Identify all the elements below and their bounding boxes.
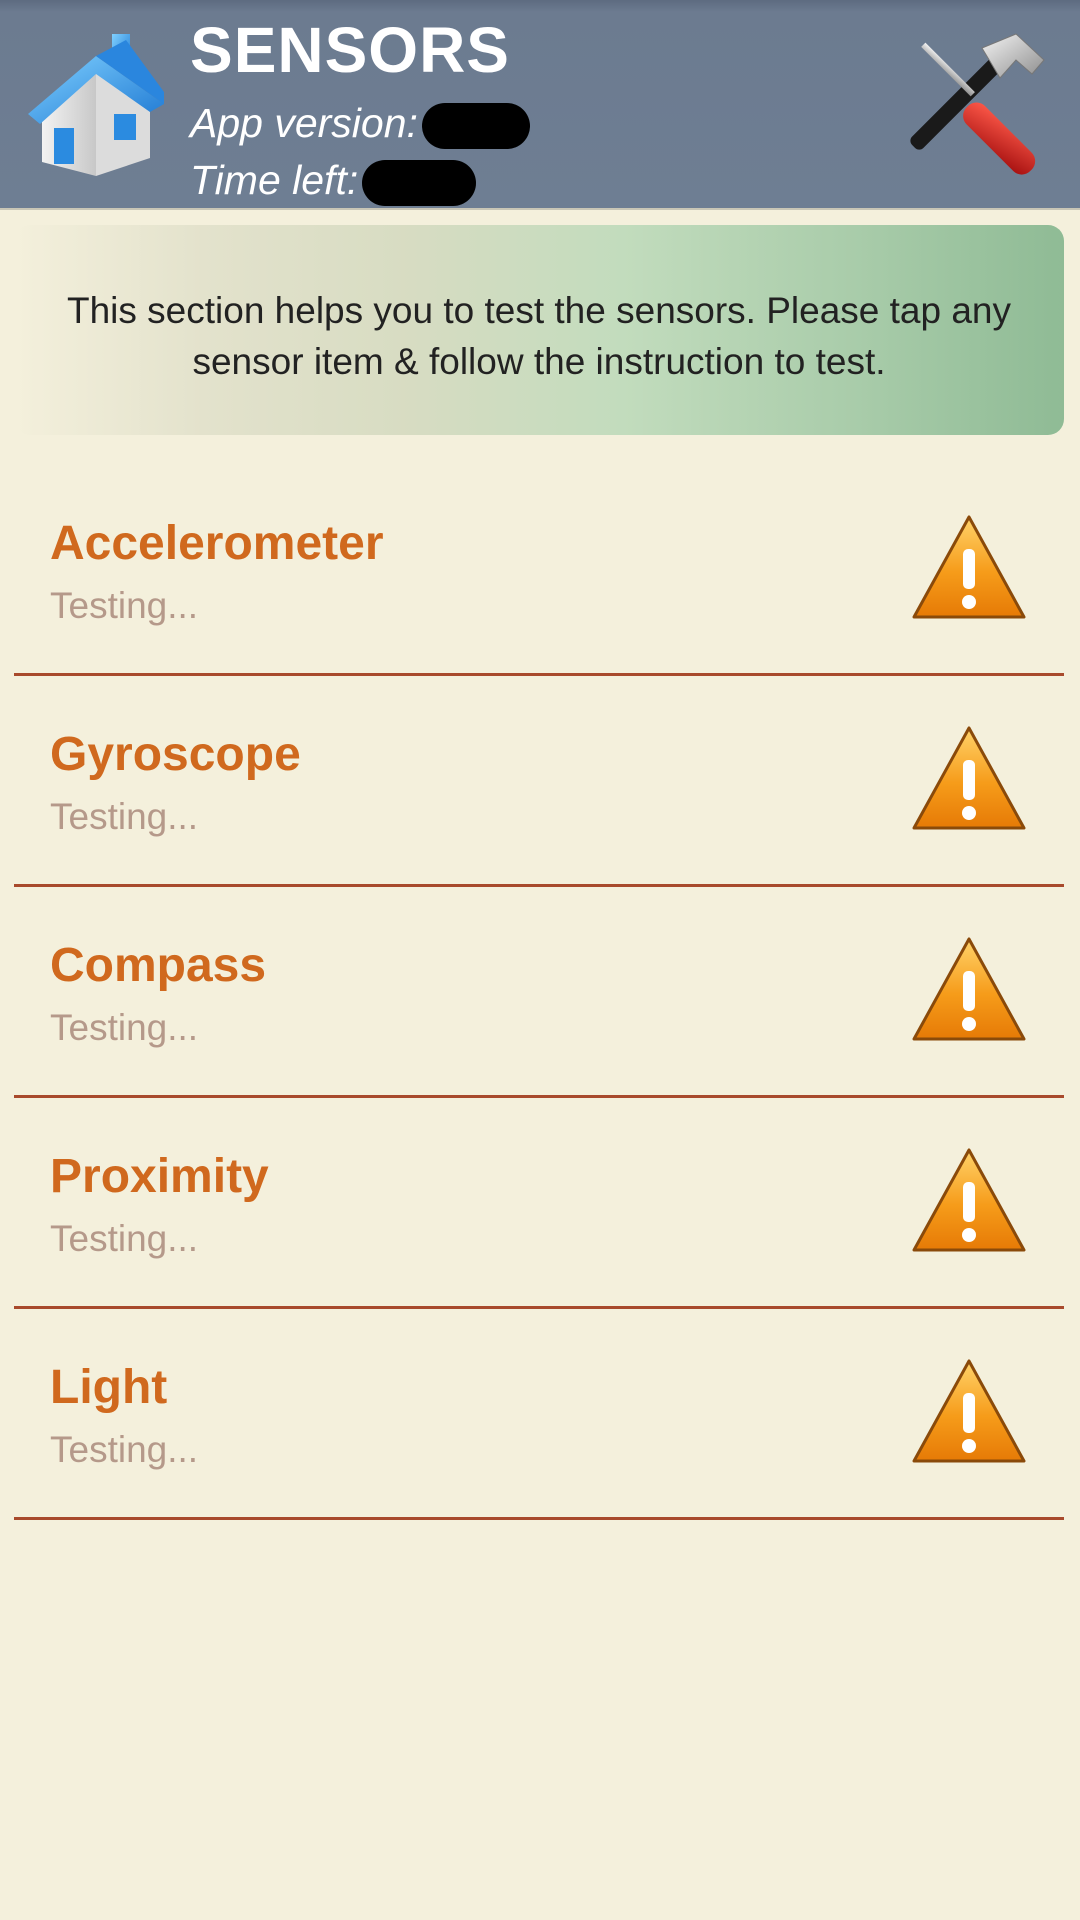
tools-icon[interactable] (904, 30, 1054, 180)
sensor-name: Compass (50, 939, 267, 992)
sensor-status: Testing... (50, 1429, 199, 1470)
sensor-list: Accelerometer Testing... Gyroscope Testi… (14, 465, 1064, 1520)
warning-icon (912, 726, 1026, 830)
app-header: SENSORS App version: Time left: (0, 0, 1080, 210)
page-title: SENSORS (190, 14, 510, 86)
app-version-line: App version: (190, 98, 530, 150)
sensor-name: Proximity (50, 1150, 269, 1203)
warning-icon (912, 1148, 1026, 1252)
sensor-status: Testing... (50, 1218, 199, 1259)
app-version-redacted (421, 103, 530, 150)
sensor-item-proximity[interactable]: Proximity Testing... (14, 1098, 1064, 1309)
sensor-name: Gyroscope (50, 728, 301, 781)
sensor-item-gyroscope[interactable]: Gyroscope Testing... (14, 676, 1064, 887)
home-icon[interactable] (26, 30, 166, 180)
app-version-label: App version: (190, 100, 418, 146)
warning-icon (912, 937, 1026, 1041)
warning-icon (912, 1359, 1026, 1463)
sensor-item-light[interactable]: Light Testing... (14, 1309, 1064, 1520)
sensor-name: Light (50, 1361, 168, 1414)
warning-icon (912, 515, 1026, 619)
sensor-status: Testing... (50, 585, 199, 626)
sensor-item-compass[interactable]: Compass Testing... (14, 887, 1064, 1098)
sensor-name: Accelerometer (50, 517, 384, 570)
info-banner: This section helps you to test the senso… (14, 225, 1064, 435)
info-banner-text: This section helps you to test the senso… (66, 290, 1012, 382)
sensor-status: Testing... (50, 1007, 199, 1048)
sensor-item-accelerometer[interactable]: Accelerometer Testing... (14, 465, 1064, 676)
time-left-label: Time left: (190, 157, 359, 203)
time-left-redacted (362, 160, 477, 207)
time-left-line: Time left: (190, 155, 477, 207)
sensor-status: Testing... (50, 796, 199, 837)
